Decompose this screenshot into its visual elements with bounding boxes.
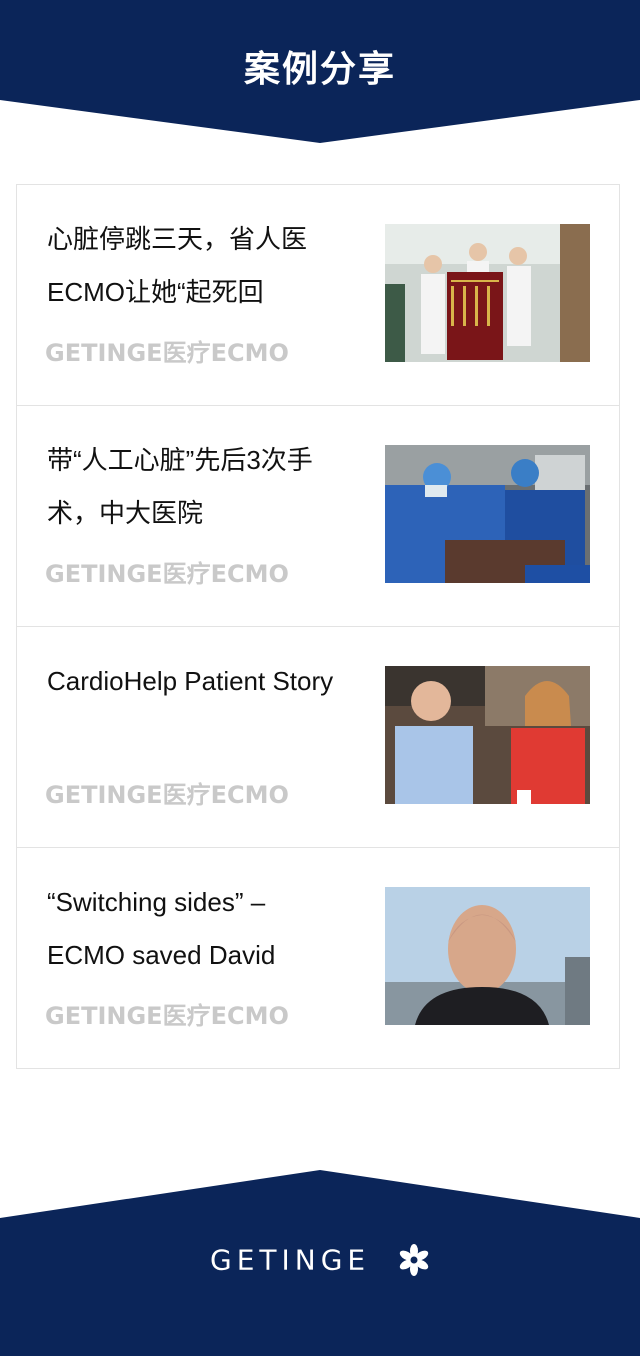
card-source: GETINGE医疗ECMO xyxy=(45,339,289,367)
surgeons-operating-photo xyxy=(385,445,590,583)
card-source: GETINGE医疗ECMO xyxy=(45,560,289,588)
footer: GETINGE xyxy=(0,1170,640,1356)
getinge-logo: GETINGE xyxy=(0,1242,640,1277)
card-thumbnail[interactable] xyxy=(385,224,590,362)
case-card[interactable]: “Switching sides” – ECMO saved David GET… xyxy=(17,847,619,1068)
case-list: 心脏停跳三天，省人医ECMO让她“起死回 GETINGE医疗ECMO 带“人工心… xyxy=(16,184,620,1069)
card-thumbnail[interactable] xyxy=(385,666,590,804)
getinge-star-icon xyxy=(399,1244,429,1276)
bald-man-portrait-photo xyxy=(385,887,590,1025)
case-card[interactable]: CardioHelp Patient Story GETINGE医疗ECMO xyxy=(17,626,619,847)
card-title: 心脏停跳三天，省人医ECMO让她“起死回 xyxy=(47,224,308,307)
page-title: 案例分享 xyxy=(243,49,396,90)
card-thumbnail[interactable] xyxy=(385,887,590,1025)
card-thumbnail[interactable] xyxy=(385,445,590,583)
man-and-woman-smiling-photo xyxy=(385,666,590,804)
card-source: GETINGE医疗ECMO xyxy=(45,1002,289,1030)
card-title: “Switching sides” – ECMO saved David xyxy=(47,887,276,970)
card-title: CardioHelp Patient Story xyxy=(47,666,334,696)
card-source: GETINGE医疗ECMO xyxy=(45,781,289,809)
logo-text: GETINGE xyxy=(210,1243,371,1277)
case-card[interactable]: 心脏停跳三天，省人医ECMO让她“起死回 GETINGE医疗ECMO xyxy=(17,185,619,405)
case-card[interactable]: 带“人工心脏”先后3次手术，中大医院 GETINGE医疗ECMO xyxy=(17,405,619,626)
nurses-holding-banner-photo xyxy=(385,224,590,362)
card-title: 带“人工心脏”先后3次手术，中大医院 xyxy=(47,445,313,528)
header-banner: 案例分享 xyxy=(0,0,640,150)
